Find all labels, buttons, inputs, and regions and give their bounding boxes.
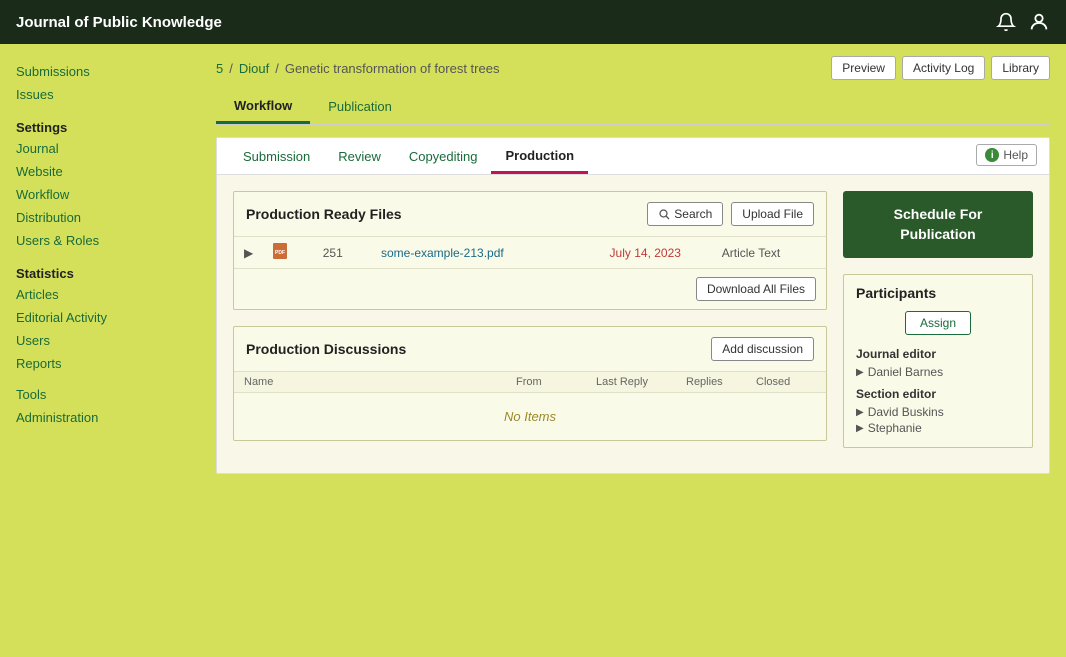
sidebar-item-articles[interactable]: Articles (0, 283, 200, 306)
tab-submission[interactable]: Submission (229, 139, 324, 174)
participant-stephanie: ▶ Stephanie (856, 421, 1020, 435)
participants-section: Participants Assign Journal editor ▶ Dan… (843, 274, 1033, 448)
schedule-for-publication-btn[interactable]: Schedule For Publication (843, 191, 1033, 258)
help-area: i Help (976, 144, 1037, 174)
secondary-tabs: Submission Review Copyediting Production… (217, 138, 1049, 175)
sidebar-item-reports[interactable]: Reports (0, 352, 200, 375)
sidebar-item-issues[interactable]: Issues (0, 83, 200, 106)
library-btn[interactable]: Library (991, 56, 1050, 80)
sidebar-item-journal[interactable]: Journal (0, 137, 200, 160)
participant-name-3: Stephanie (868, 421, 922, 435)
help-label: Help (1003, 148, 1028, 162)
sidebar-item-users[interactable]: Users (0, 329, 200, 352)
col-from: From (516, 376, 596, 388)
tab-production[interactable]: Production (491, 138, 588, 174)
sidebar-item-workflow[interactable]: Workflow (0, 183, 200, 206)
schedule-btn-line2: Publication (900, 226, 975, 242)
role-journal-editor: Journal editor (856, 347, 1020, 361)
participant-arrow: ▶ (856, 367, 864, 378)
download-row: Download All Files (234, 268, 826, 309)
sidebar-item-distribution[interactable]: Distribution (0, 206, 200, 229)
svg-text:PDF: PDF (275, 250, 285, 256)
main-content: 5 / Diouf / Genetic transformation of fo… (200, 44, 1066, 657)
help-btn[interactable]: i Help (976, 144, 1037, 166)
sidebar-heading-settings: Settings (0, 114, 200, 137)
participants-title: Participants (856, 285, 1020, 301)
sidebar-item-editorial-activity[interactable]: Editorial Activity (0, 306, 200, 329)
expand-icon[interactable]: ▶ (234, 237, 263, 269)
col-closed: Closed (756, 376, 816, 388)
help-icon: i (985, 148, 999, 162)
user-btn[interactable] (1028, 11, 1050, 33)
activity-log-btn[interactable]: Activity Log (902, 56, 985, 80)
sidebar-item-users-roles[interactable]: Users & Roles (0, 229, 200, 252)
files-table: ▶ PDF 251 some-example-213.pdf (234, 236, 826, 268)
discussions-title: Production Discussions (246, 341, 711, 357)
header-icons (996, 11, 1050, 33)
no-items-label: No Items (234, 392, 826, 440)
production-ready-files-header: Production Ready Files Search Upload Fil… (234, 192, 826, 236)
tab-workflow[interactable]: Workflow (216, 90, 310, 124)
app-title: Journal of Public Knowledge (16, 14, 222, 31)
add-discussion-btn[interactable]: Add discussion (711, 337, 814, 361)
tab-publication[interactable]: Publication (310, 90, 410, 124)
primary-tabs: Workflow Publication (216, 90, 1050, 125)
notification-btn[interactable] (996, 12, 1016, 32)
top-header: Journal of Public Knowledge (0, 0, 1066, 44)
download-all-files-btn[interactable]: Download All Files (696, 277, 816, 301)
breadcrumb: 5 / Diouf / Genetic transformation of fo… (216, 56, 1050, 80)
inner-card: Submission Review Copyediting Production… (216, 137, 1050, 474)
file-article-type: Article Text (712, 237, 826, 269)
file-name[interactable]: some-example-213.pdf (371, 237, 579, 269)
table-row: ▶ PDF 251 some-example-213.pdf (234, 237, 826, 269)
breadcrumb-submission-id[interactable]: 5 (216, 61, 223, 76)
sidebar-item-website[interactable]: Website (0, 160, 200, 183)
participant-arrow-3: ▶ (856, 423, 864, 434)
main-panel: Production Ready Files Search Upload Fil… (233, 191, 827, 457)
production-ready-files-section: Production Ready Files Search Upload Fil… (233, 191, 827, 310)
sidebar-item-submissions[interactable]: Submissions (0, 60, 200, 83)
discussions-table-header: Name From Last Reply Replies Closed (234, 371, 826, 392)
pdf-icon: PDF (273, 243, 287, 259)
breadcrumb-author[interactable]: Diouf (239, 61, 269, 76)
sidebar-heading-statistics: Statistics (0, 260, 200, 283)
search-btn-label: Search (674, 207, 712, 221)
participant-arrow-2: ▶ (856, 407, 864, 418)
participant-name: Daniel Barnes (868, 365, 943, 379)
side-panel: Schedule For Publication Participants As… (843, 191, 1033, 457)
tab-copyediting[interactable]: Copyediting (395, 139, 492, 174)
search-icon (658, 208, 670, 220)
discussions-header: Production Discussions Add discussion (234, 327, 826, 371)
breadcrumb-actions: Preview Activity Log Library (831, 56, 1050, 80)
sidebar: Submissions Issues Settings Journal Webs… (0, 44, 200, 657)
role-section-editor: Section editor (856, 387, 1020, 401)
search-files-btn[interactable]: Search (647, 202, 723, 226)
col-name: Name (244, 376, 516, 388)
production-ready-files-title: Production Ready Files (246, 206, 639, 222)
participant-david-buskins: ▶ David Buskins (856, 405, 1020, 419)
assign-btn[interactable]: Assign (905, 311, 971, 335)
production-discussions-section: Production Discussions Add discussion Na… (233, 326, 827, 441)
col-replies: Replies (686, 376, 756, 388)
inner-content: Production Ready Files Search Upload Fil… (217, 175, 1049, 473)
file-type-icon: PDF (263, 237, 312, 269)
tab-review[interactable]: Review (324, 139, 395, 174)
sidebar-item-tools[interactable]: Tools (0, 383, 200, 406)
preview-btn[interactable]: Preview (831, 56, 896, 80)
col-last-reply: Last Reply (596, 376, 686, 388)
file-date: July 14, 2023 (579, 237, 712, 269)
schedule-btn-line1: Schedule For (894, 206, 983, 222)
participant-daniel-barnes: ▶ Daniel Barnes (856, 365, 1020, 379)
upload-file-btn[interactable]: Upload File (731, 202, 814, 226)
participant-name-2: David Buskins (868, 405, 944, 419)
file-id: 251 (313, 237, 371, 269)
breadcrumb-title: Genetic transformation of forest trees (285, 61, 500, 76)
sidebar-item-administration[interactable]: Administration (0, 406, 200, 429)
